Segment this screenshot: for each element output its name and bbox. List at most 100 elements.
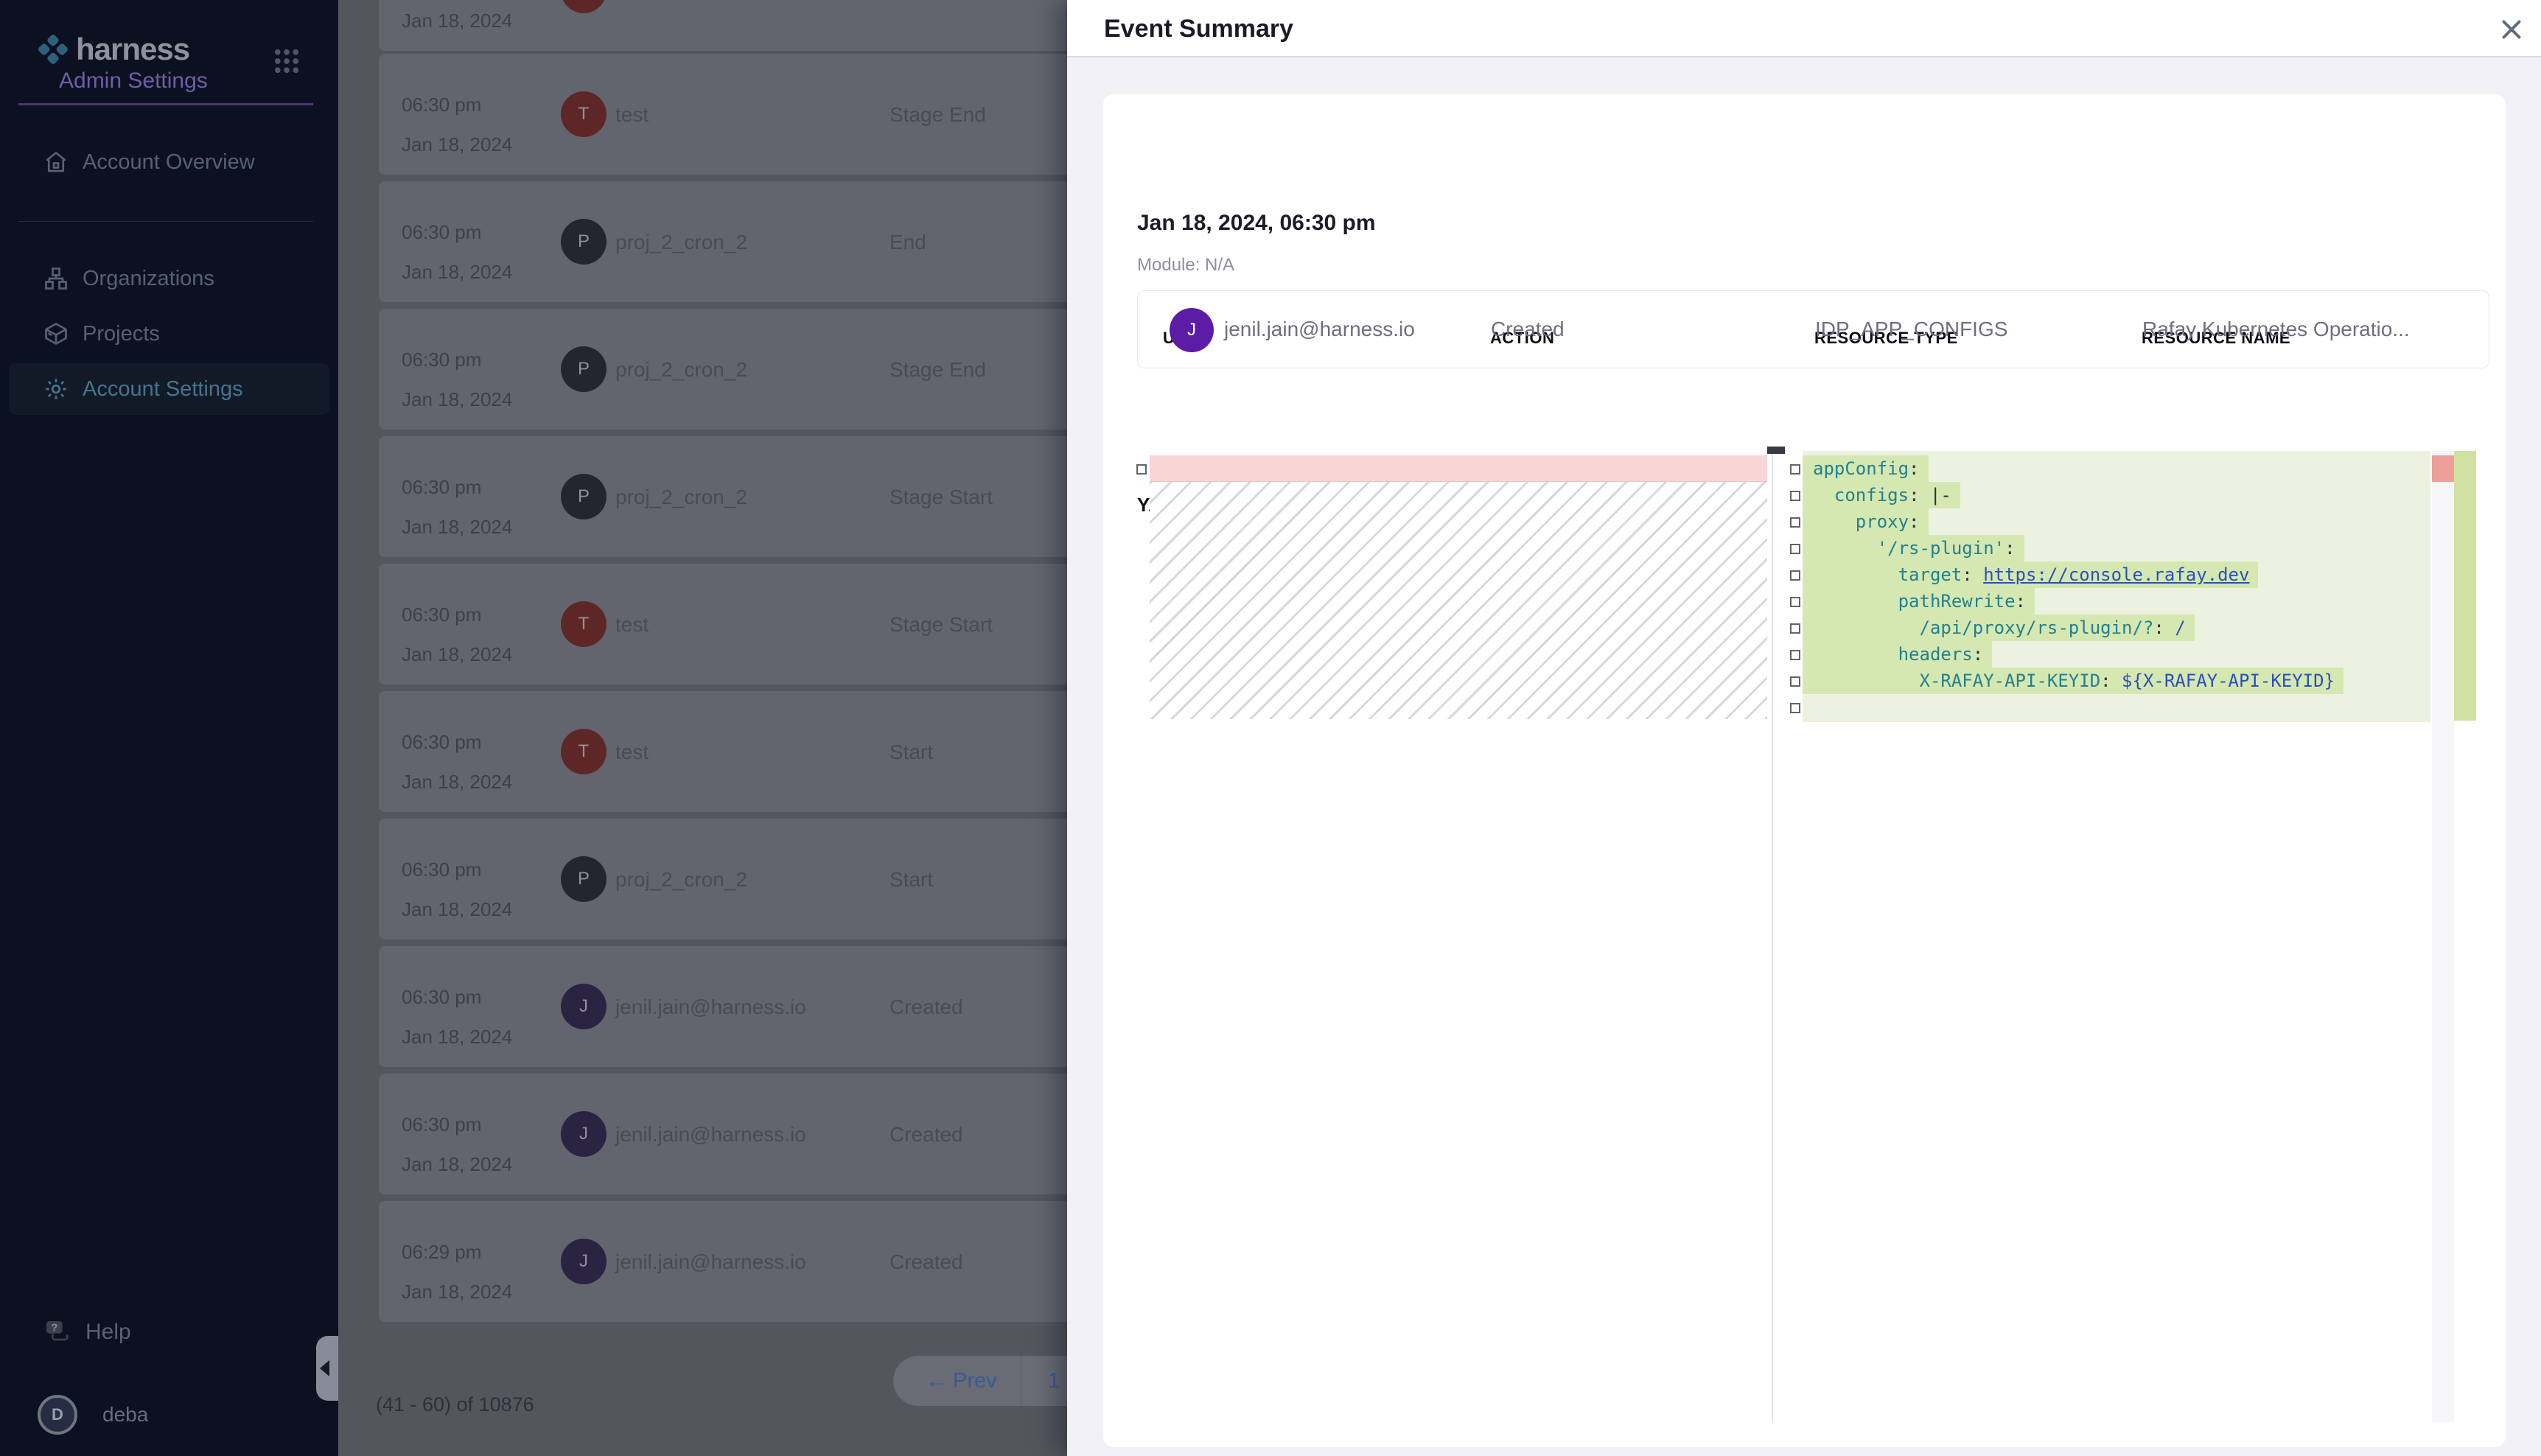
row-user-name: proj_2_cron_2 xyxy=(615,486,747,509)
diff-line-marker[interactable] xyxy=(1790,517,1800,528)
product-label: Admin Settings xyxy=(59,69,208,94)
diff-line-marker[interactable] xyxy=(1790,570,1800,581)
row-user-name: jenil.jain@harness.io xyxy=(615,1123,806,1147)
event-date: Jan 18, 2024 xyxy=(402,133,512,156)
yaml-line: headers: xyxy=(1803,641,2430,668)
event-module: Module: N/A xyxy=(1137,255,1234,276)
sidebar-item-organizations[interactable]: Organizations xyxy=(9,253,329,304)
row-action: End xyxy=(889,0,926,3)
sidebar-divider xyxy=(18,103,313,105)
row-avatar: J xyxy=(561,1111,607,1157)
event-date: Jan 18, 2024 xyxy=(402,1281,512,1303)
event-date: Jan 18, 2024 xyxy=(402,1153,512,1176)
row-user-name: test xyxy=(615,0,649,3)
row-avatar: P xyxy=(561,219,607,265)
event-summary-card: Jan 18, 2024, 06:30 pm Module: N/A USER … xyxy=(1103,94,2506,1447)
cube-icon xyxy=(43,321,69,347)
event-time: 06:30 pm xyxy=(402,221,481,244)
sidebar-item-projects[interactable]: Projects xyxy=(9,308,329,360)
harness-logo-icon xyxy=(36,32,70,66)
diff-modified-gutter xyxy=(1790,451,1800,731)
event-time: 06:30 pm xyxy=(402,731,481,754)
event-time: 06:29 pm xyxy=(402,1241,481,1264)
yaml-line: X-RAFAY-API-KEYID: ${X-RAFAY-API-KEYID} xyxy=(1803,668,2430,694)
row-avatar: P xyxy=(561,856,607,902)
diff-modified-pane: appConfig: configs: |- proxy: '/rs-plugi… xyxy=(1803,451,2430,722)
help-label: Help xyxy=(85,1320,131,1345)
event-time: 06:30 pm xyxy=(402,858,481,881)
event-date: Jan 18, 2024 xyxy=(402,10,512,32)
drawer-header: Event Summary xyxy=(1067,0,2541,57)
yaml-line: target: https://console.rafay.dev xyxy=(1803,561,2430,588)
prev-page-button[interactable]: ← Prev xyxy=(926,1356,997,1406)
event-date: Jan 18, 2024 xyxy=(402,516,512,539)
diff-line-marker[interactable] xyxy=(1790,650,1800,660)
event-date: Jan 18, 2024 xyxy=(402,643,512,666)
row-action: Stage Start xyxy=(889,486,993,509)
harness-logo[interactable]: harness xyxy=(36,32,189,66)
row-avatar: J xyxy=(561,984,607,1029)
row-action: Created xyxy=(889,1250,963,1274)
diff-line-marker[interactable] xyxy=(1136,464,1147,475)
yaml-line: '/rs-plugin': xyxy=(1803,535,2430,561)
row-avatar: T xyxy=(561,91,607,137)
app-grid-icon[interactable] xyxy=(271,46,302,77)
event-datetime: Jan 18, 2024, 06:30 pm xyxy=(1137,211,1376,236)
sidebar-collapse-handle[interactable] xyxy=(316,1336,338,1401)
row-user-name: test xyxy=(615,741,649,764)
app-root: Jan 18, 2024 T test End 06:30 pm Jan 18,… xyxy=(0,0,2541,1456)
sidebar: harness Admin Settings Account Overview … xyxy=(0,0,338,1456)
diff-line-marker[interactable] xyxy=(1790,703,1800,713)
event-resource-type: IDP_APP_CONFIGS xyxy=(1815,318,2007,341)
event-date: Jan 18, 2024 xyxy=(402,898,512,921)
event-time: 06:30 pm xyxy=(402,94,481,116)
row-user-name: proj_2_cron_2 xyxy=(615,868,747,892)
event-date: Jan 18, 2024 xyxy=(402,388,512,411)
row-action: Created xyxy=(889,1123,963,1147)
diff-line-marker[interactable] xyxy=(1790,676,1800,687)
event-table-row: J jenil.jain@harness.io Created IDP_APP_… xyxy=(1137,290,2489,368)
event-time: 06:30 pm xyxy=(402,476,481,499)
yaml-line: configs: |- xyxy=(1803,482,2430,508)
diff-line-marker[interactable] xyxy=(1790,623,1800,634)
sidebar-item-account-settings[interactable]: Account Settings xyxy=(9,363,329,415)
row-avatar: P xyxy=(561,346,607,392)
row-action: Stage End xyxy=(889,103,986,127)
row-action: Start xyxy=(889,741,933,764)
row-user-name: proj_2_cron_2 xyxy=(615,231,747,254)
row-user-name: test xyxy=(615,103,649,127)
diff-original-pane xyxy=(1150,451,1767,1422)
diff-splitter[interactable] xyxy=(1772,451,1773,1422)
diff-splitter-handle[interactable] xyxy=(1767,447,1785,454)
diff-scrollbar[interactable] xyxy=(2432,451,2454,1422)
help-button[interactable]: ? Help xyxy=(9,1317,318,1347)
event-time: 06:30 pm xyxy=(402,349,481,371)
row-avatar: J xyxy=(561,1239,607,1284)
collapse-arrow-icon xyxy=(320,1360,329,1376)
close-icon[interactable] xyxy=(2498,16,2525,43)
overview-removed-marker xyxy=(2432,455,2454,482)
row-avatar: T xyxy=(561,0,607,13)
diff-line-marker[interactable] xyxy=(1790,597,1800,607)
diff-line-marker[interactable] xyxy=(1790,544,1800,554)
user-name: deba xyxy=(102,1403,148,1427)
sidebar-divider-2 xyxy=(18,221,313,222)
row-user-name: jenil.jain@harness.io xyxy=(615,995,806,1019)
event-summary-drawer: Event Summary Jan 18, 2024, 06:30 pm Mod… xyxy=(1067,0,2541,1456)
home-icon xyxy=(43,149,69,175)
row-user-name: proj_2_cron_2 xyxy=(615,358,747,382)
diff-line-marker[interactable] xyxy=(1790,491,1800,501)
sidebar-item-label: Projects xyxy=(83,322,160,346)
row-avatar: P xyxy=(561,474,607,519)
event-action: Created xyxy=(1491,318,1565,341)
event-resource-name: Rafay Kubernetes Operatio... xyxy=(2142,318,2410,341)
gear-icon xyxy=(43,376,69,402)
event-date: Jan 18, 2024 xyxy=(402,771,512,794)
sidebar-item-account-overview[interactable]: Account Overview xyxy=(9,136,329,188)
page-number-button[interactable]: 1 xyxy=(1048,1356,1060,1406)
event-time: 06:30 pm xyxy=(402,603,481,626)
sidebar-item-label: Account Settings xyxy=(83,377,243,402)
diff-line-marker[interactable] xyxy=(1790,464,1800,475)
pagination-range: (41 - 60) of 10876 xyxy=(376,1393,534,1416)
user-profile[interactable]: D deba xyxy=(38,1395,347,1435)
